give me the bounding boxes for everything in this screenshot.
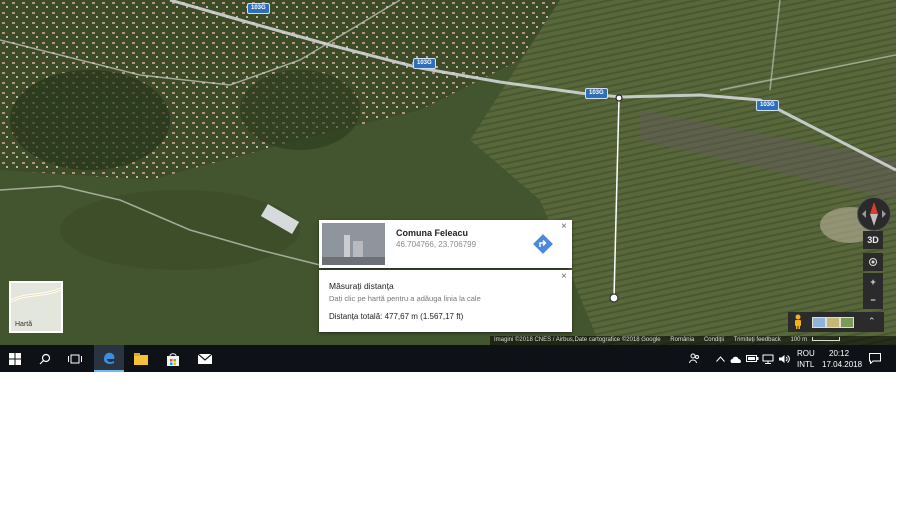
measure-title: Măsurați distanța: [329, 281, 394, 291]
compass-icon: [862, 202, 886, 226]
imagery-thumb-icon[interactable]: [826, 317, 840, 328]
pegman-icon[interactable]: [792, 314, 804, 330]
clock-time[interactable]: 20:12: [829, 349, 849, 358]
action-center-icon: [869, 353, 881, 364]
measure-distance-card: Măsurați distanța Dați clic pe hartă pen…: [319, 270, 572, 332]
directions-arrow-icon: [533, 234, 553, 254]
volume-button[interactable]: [776, 345, 792, 372]
store-button[interactable]: [158, 345, 188, 372]
edge-taskbar-button[interactable]: [94, 345, 124, 372]
measure-hint: Dați clic pe hartă pentru a adăuga linia…: [329, 294, 481, 303]
mail-button[interactable]: [190, 345, 220, 372]
file-explorer-button[interactable]: [126, 345, 156, 372]
attribution-bar: Imagini ©2018 CNES / Airbus,Date cartogr…: [490, 336, 896, 345]
place-name[interactable]: Comuna Feleacu: [396, 228, 468, 238]
battery-button[interactable]: [744, 345, 760, 372]
input-layout[interactable]: INTL: [797, 360, 814, 369]
search-icon: [39, 353, 51, 364]
task-view-button[interactable]: [60, 345, 90, 372]
onedrive-button[interactable]: [728, 345, 744, 372]
place-coordinates: 46.704766, 23.706799: [396, 240, 477, 249]
region-link[interactable]: România: [670, 337, 694, 343]
network-icon: [762, 354, 774, 364]
mail-icon: [198, 353, 212, 364]
action-center-button[interactable]: [864, 345, 886, 372]
place-card: Comuna Feleacu 46.704766, 23.706799 ×: [319, 220, 572, 268]
my-location-icon: [869, 258, 877, 266]
zoom-in-button[interactable]: +: [863, 273, 883, 291]
show-hidden-icons-button[interactable]: [712, 345, 728, 372]
compass-button[interactable]: [857, 197, 891, 231]
imagery-credit: Imagini ©2018 CNES / Airbus,Date cartogr…: [494, 337, 661, 343]
store-icon: [167, 352, 179, 366]
road-label: 103G: [585, 88, 608, 99]
close-measure-button[interactable]: ×: [561, 272, 567, 282]
chevron-up-icon: [715, 355, 725, 362]
clock-date[interactable]: 17.04.2018: [822, 360, 862, 369]
taskbar: ROU INTL 20:12 17.04.2018: [0, 345, 896, 372]
imagery-thumb-icon[interactable]: [812, 317, 826, 328]
satellite-map[interactable]: 103G 103G 103G 103G Comuna Feleacu 46.70…: [0, 0, 896, 345]
3d-toggle-button[interactable]: 3D: [863, 231, 883, 249]
scale-label[interactable]: 100 m: [790, 337, 807, 343]
imagery-thumb-icon[interactable]: [840, 317, 854, 328]
terms-link[interactable]: Condiții: [704, 337, 724, 343]
directions-button[interactable]: [533, 234, 553, 254]
search-button[interactable]: [30, 345, 60, 372]
cloud-icon: [730, 356, 741, 363]
place-photo[interactable]: [322, 223, 385, 265]
start-button[interactable]: [0, 345, 30, 372]
scale-bar: [811, 337, 840, 342]
input-language[interactable]: ROU: [797, 349, 815, 358]
battery-icon: [745, 355, 758, 362]
task-view-icon: [68, 354, 82, 363]
road-label: 103G: [413, 58, 436, 69]
zoom-out-button[interactable]: −: [863, 291, 883, 309]
expand-imagery-icon[interactable]: ⌃: [868, 316, 876, 327]
screen: 103G 103G 103G 103G Comuna Feleacu 46.70…: [0, 0, 896, 372]
map-type-label: Hartă: [15, 321, 33, 328]
volume-icon: [779, 354, 790, 363]
file-explorer-icon: [134, 352, 148, 365]
windows-start-icon: [9, 352, 21, 365]
people-icon: [688, 353, 699, 364]
imagery-tray: ⌃: [788, 312, 884, 332]
close-place-card-button[interactable]: ×: [561, 222, 567, 232]
road-label: 103G: [247, 3, 270, 14]
feedback-link[interactable]: Trimiteți feedback: [734, 337, 781, 343]
my-location-button[interactable]: [863, 253, 883, 271]
road-label: 103G: [756, 100, 779, 111]
measure-total-distance: Distanța totală: 477,67 m (1.567,17 ft): [329, 312, 464, 321]
edge-icon: [104, 352, 115, 364]
people-button[interactable]: [684, 345, 704, 372]
network-button[interactable]: [760, 345, 776, 372]
map-type-toggle[interactable]: Hartă: [9, 281, 63, 333]
